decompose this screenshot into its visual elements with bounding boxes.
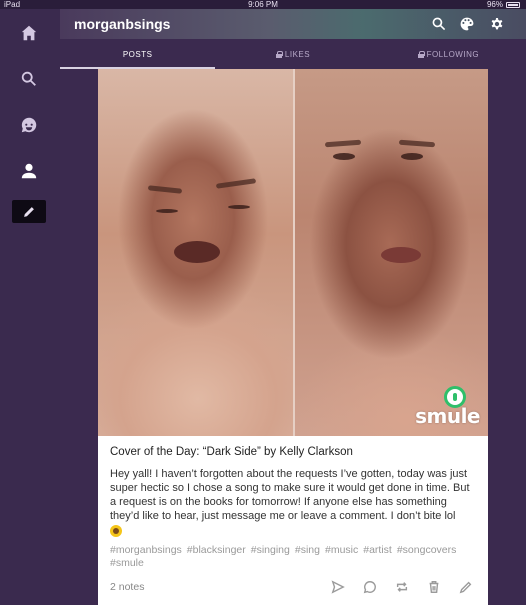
tag[interactable]: #smule xyxy=(110,557,144,569)
tag[interactable]: #singing xyxy=(251,544,290,556)
tab-likes-label: LIKES xyxy=(284,49,311,59)
post-text: Hey yall! I haven’t forgotten about the … xyxy=(110,468,470,522)
smule-logo-text: smule xyxy=(415,404,480,428)
post-video[interactable]: smule xyxy=(98,69,488,436)
tab-following-label: FOLLOWING xyxy=(426,49,480,59)
sunflower-icon xyxy=(110,525,122,537)
notes-count[interactable]: 2 notes xyxy=(110,581,144,593)
tag[interactable]: #blacksinger xyxy=(187,544,246,556)
lock-icon xyxy=(417,50,425,58)
battery-icon xyxy=(506,2,520,8)
status-bar: iPad 9:06 PM 96% xyxy=(0,0,526,9)
nav-rail xyxy=(0,9,60,605)
tab-posts-label: POSTS xyxy=(122,49,153,59)
palette-icon[interactable] xyxy=(458,15,476,33)
tag[interactable]: #sing xyxy=(295,544,320,556)
tag[interactable]: #music xyxy=(325,544,358,556)
account-icon[interactable] xyxy=(12,157,46,185)
video-panel-right xyxy=(295,69,488,436)
blog-header: morganbsings xyxy=(60,9,526,39)
gear-icon[interactable] xyxy=(488,15,506,33)
status-time: 9:06 PM xyxy=(248,0,278,9)
tag[interactable]: #morganbsings xyxy=(110,544,182,556)
chat-icon[interactable] xyxy=(12,111,46,139)
home-icon[interactable] xyxy=(12,19,46,47)
post-tags: #morganbsings #blacksinger #singing #sing #m… xyxy=(110,544,478,570)
post-body: Cover of the Day: “Dark Side” by Kelly C… xyxy=(110,446,478,570)
delete-icon[interactable] xyxy=(426,579,442,595)
post-title: Cover of the Day: “Dark Side” by Kelly C… xyxy=(110,446,353,458)
share-icon[interactable] xyxy=(330,579,346,595)
reply-icon[interactable] xyxy=(362,579,378,595)
tag[interactable]: #songcovers xyxy=(397,544,457,556)
post-footer: 2 notes xyxy=(110,579,478,597)
reblog-icon[interactable] xyxy=(394,579,410,595)
post-actions xyxy=(330,579,474,595)
tab-following[interactable]: FOLLOWING xyxy=(371,39,526,69)
lock-icon xyxy=(275,50,283,58)
search-icon[interactable] xyxy=(430,15,448,33)
video-panel-left xyxy=(98,69,293,436)
blog-name[interactable]: morganbsings xyxy=(74,16,170,32)
profile-tabs: POSTS LIKES FOLLOWING xyxy=(60,39,526,69)
battery-percent: 96% xyxy=(486,0,503,9)
battery-status: 96% xyxy=(487,0,520,9)
tab-posts[interactable]: POSTS xyxy=(60,39,216,69)
post-card: smule Cover of the Day: “Dark Side” by K… xyxy=(98,69,488,605)
tag[interactable]: #artist xyxy=(363,544,392,556)
tab-likes[interactable]: LIKES xyxy=(215,39,370,69)
edit-icon[interactable] xyxy=(458,579,474,595)
pencil-icon xyxy=(24,206,34,217)
smule-watermark: smule xyxy=(400,386,480,430)
compose-button[interactable] xyxy=(12,200,46,223)
search-icon[interactable] xyxy=(12,65,46,93)
